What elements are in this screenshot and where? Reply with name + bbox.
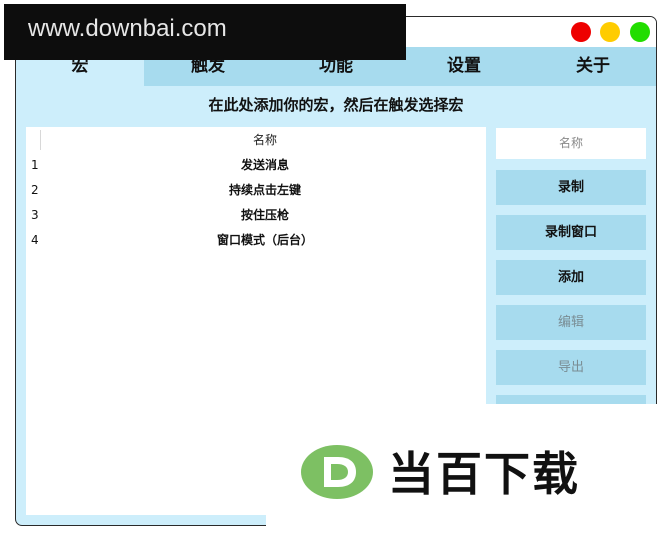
minimize-button[interactable] [600, 22, 620, 42]
row-name: 发送消息 [240, 158, 289, 172]
row-name: 窗口模式（后台） [216, 233, 313, 247]
watermark-brand: 当百下载 [388, 447, 580, 501]
row-index: 3 [31, 208, 39, 222]
table-row[interactable]: 2 持续点击左键 [26, 178, 486, 203]
close-button[interactable] [571, 22, 591, 42]
macro-name-input[interactable]: 名称 [496, 128, 646, 159]
record-button[interactable]: 录制 [496, 170, 646, 205]
add-button[interactable]: 添加 [496, 260, 646, 295]
tab-about[interactable]: 关于 [528, 47, 656, 86]
row-name: 持续点击左键 [228, 183, 301, 197]
column-header-name[interactable]: 名称 [26, 127, 486, 153]
record-window-button[interactable]: 录制窗口 [496, 215, 646, 250]
export-button[interactable]: 导出 [496, 350, 646, 385]
maximize-button[interactable] [630, 22, 650, 42]
edit-button[interactable]: 编辑 [496, 305, 646, 340]
tab-settings[interactable]: 设置 [400, 47, 528, 86]
row-name: 按住压枪 [240, 208, 289, 222]
table-row[interactable]: 3 按住压枪 [26, 203, 486, 228]
logo-d-icon [301, 445, 373, 499]
table-row[interactable]: 1 发送消息 [26, 153, 486, 178]
row-index: 2 [31, 183, 39, 197]
row-index: 4 [31, 233, 39, 247]
instruction-text: 在此处添加你的宏，然后在触发选择宏 [208, 96, 464, 114]
row-index: 1 [31, 158, 39, 172]
watermark-logo: 当百下载 [266, 404, 672, 542]
table-row[interactable]: 4 窗口模式（后台） [26, 228, 486, 253]
watermark-site: www.downbai.com [4, 4, 406, 60]
